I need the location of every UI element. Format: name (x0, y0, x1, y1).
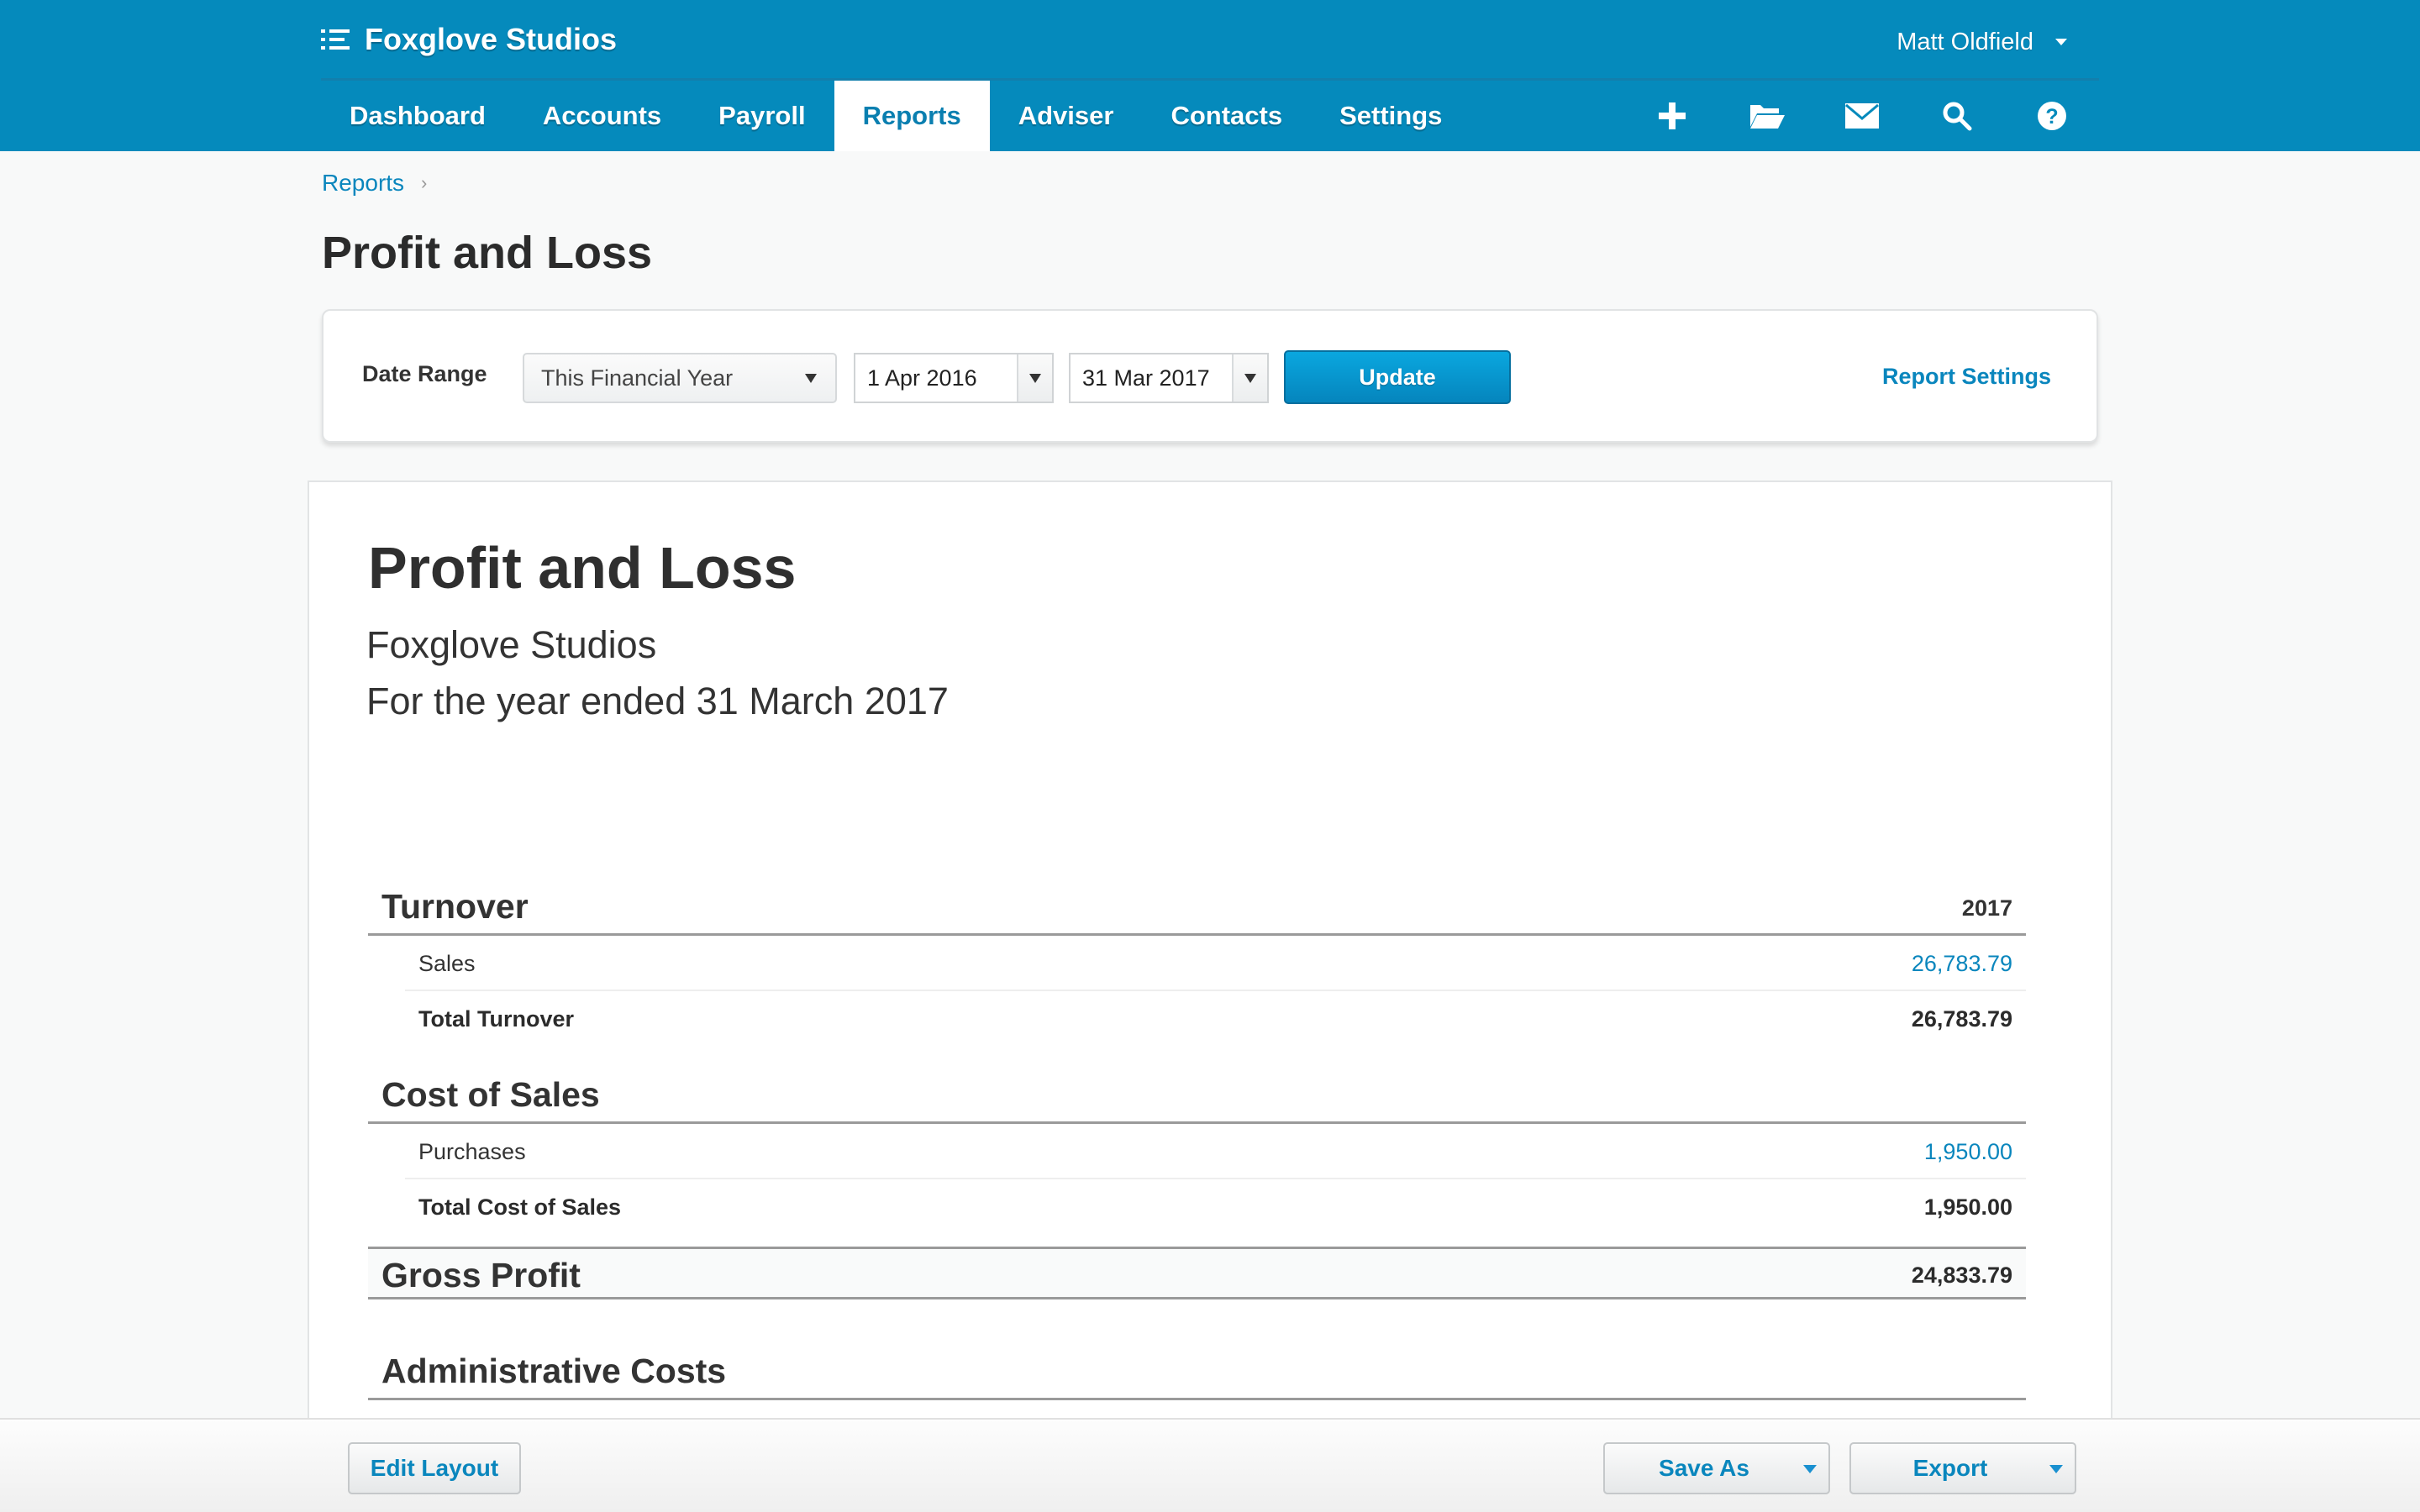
row-amount-link[interactable]: 26,783.79 (1912, 951, 2012, 977)
mail-button[interactable] (1814, 81, 1909, 151)
row-label: Sales (418, 951, 476, 976)
section-header-turnover: Turnover 2017 (368, 877, 2026, 936)
report-panel: Profit and Loss Foxglove Studios For the… (308, 480, 2112, 1488)
row-amount-link[interactable]: 1,950.00 (1924, 1139, 2012, 1165)
total-row: Total Turnover 26,783.79 (405, 991, 2026, 1047)
total-label: Total Turnover (418, 1006, 575, 1032)
nav-reports[interactable]: Reports (834, 81, 990, 151)
section-header-cost-of-sales: Cost of Sales (368, 1065, 2026, 1124)
caret-down-icon[interactable] (2049, 1465, 2063, 1473)
save-as-label: Save As (1659, 1455, 1749, 1481)
start-date-picker-button[interactable] (1017, 354, 1052, 402)
edit-layout-button[interactable]: Edit Layout (348, 1442, 521, 1494)
total-amount: 1,950.00 (1923, 1194, 2012, 1220)
breadcrumb-reports-link[interactable]: Reports (322, 170, 404, 197)
breadcrumb: Reports › (322, 168, 427, 198)
chevron-right-icon: › (421, 172, 428, 193)
update-button[interactable]: Update (1284, 350, 1511, 404)
report-settings-link[interactable]: Report Settings (1882, 364, 2051, 390)
section-title: Cost of Sales (381, 1075, 600, 1114)
total-label: Total Cost of Sales (418, 1194, 622, 1220)
org-name: Foxglove Studios (365, 22, 618, 56)
nav-adviser[interactable]: Adviser (990, 81, 1143, 151)
section-title: Turnover (381, 887, 529, 926)
date-range-label: Date Range (362, 361, 487, 386)
table-row: Sales 26,783.79 (405, 936, 2026, 991)
edit-layout-label: Edit Layout (370, 1455, 499, 1481)
nav-contacts[interactable]: Contacts (1142, 81, 1311, 151)
export-label: Export (1912, 1455, 1988, 1481)
nav-dashboard[interactable]: Dashboard (321, 81, 514, 151)
help-button[interactable]: ? (2004, 81, 2099, 151)
column-header-year: 2017 (1961, 895, 2012, 921)
dropdown-arrow-icon (795, 354, 827, 402)
date-filter-panel: Date Range This Financial Year 1 Apr 201… (322, 309, 2098, 443)
section-header-administrative-costs: Administrative Costs (368, 1341, 2026, 1400)
page-title: Profit and Loss (322, 228, 653, 278)
table-row: Purchases 1,950.00 (405, 1124, 2026, 1179)
end-date-field[interactable]: 31 Mar 2017 (1069, 353, 1269, 403)
plus-icon (1658, 102, 1686, 129)
export-button[interactable]: Export (1849, 1442, 2076, 1494)
start-date-field[interactable]: 1 Apr 2016 (854, 353, 1054, 403)
search-button[interactable] (1909, 81, 2004, 151)
chevron-down-icon (2055, 39, 2067, 45)
save-as-button[interactable]: Save As (1603, 1442, 1830, 1494)
nav-settings[interactable]: Settings (1311, 81, 1470, 151)
nav-accounts[interactable]: Accounts (514, 81, 690, 151)
mail-icon (1844, 103, 1879, 129)
gross-profit-amount: 24,833.79 (1911, 1263, 2012, 1288)
end-date-value[interactable]: 31 Mar 2017 (1071, 354, 1232, 402)
user-menu[interactable]: Matt Oldfield (1897, 25, 2067, 59)
nav-payroll[interactable]: Payroll (690, 81, 834, 151)
user-name: Matt Oldfield (1897, 28, 2033, 55)
files-button[interactable] (1719, 81, 1814, 151)
svg-text:?: ? (2045, 105, 2058, 129)
folder-icon (1749, 105, 1785, 129)
report-title: Profit and Loss (368, 535, 797, 601)
search-icon (1943, 102, 1971, 131)
row-label: Purchases (418, 1139, 526, 1164)
org-switcher[interactable]: Foxglove Studios (321, 18, 617, 60)
section-title: Administrative Costs (381, 1352, 727, 1390)
footer-action-bar: Edit Layout Save As Export (0, 1418, 2420, 1512)
start-date-value[interactable]: 1 Apr 2016 (855, 354, 1017, 402)
report-period: For the year ended 31 March 2017 (366, 680, 949, 722)
total-amount: 26,783.79 (1911, 1006, 2012, 1032)
dropdown-arrow-icon (1244, 373, 1256, 383)
main-nav: Dashboard Accounts Payroll Reports Advis… (321, 81, 1470, 151)
dropdown-arrow-icon (1029, 373, 1041, 383)
top-header: Foxglove Studios Matt Oldfield Dashboard… (0, 0, 2420, 151)
date-range-select[interactable]: This Financial Year (523, 353, 837, 403)
caret-down-icon[interactable] (1803, 1465, 1817, 1473)
help-icon: ? (2037, 102, 2066, 130)
report-organisation: Foxglove Studios (366, 623, 657, 666)
header-actions: ? (1624, 81, 2099, 151)
profit-loss-table: Turnover 2017 Sales 26,783.79 Total Turn… (368, 877, 2026, 1456)
menu-list-icon (321, 28, 350, 51)
total-row: Total Cost of Sales 1,950.00 (405, 1179, 2026, 1235)
gross-profit-label: Gross Profit (381, 1256, 581, 1294)
header-inner: Foxglove Studios Matt Oldfield Dashboard… (321, 0, 2099, 151)
gross-profit-row: Gross Profit 24,833.79 (368, 1247, 2026, 1299)
add-button[interactable] (1624, 81, 1719, 151)
end-date-picker-button[interactable] (1232, 354, 1267, 402)
date-range-value: This Financial Year (541, 365, 734, 391)
